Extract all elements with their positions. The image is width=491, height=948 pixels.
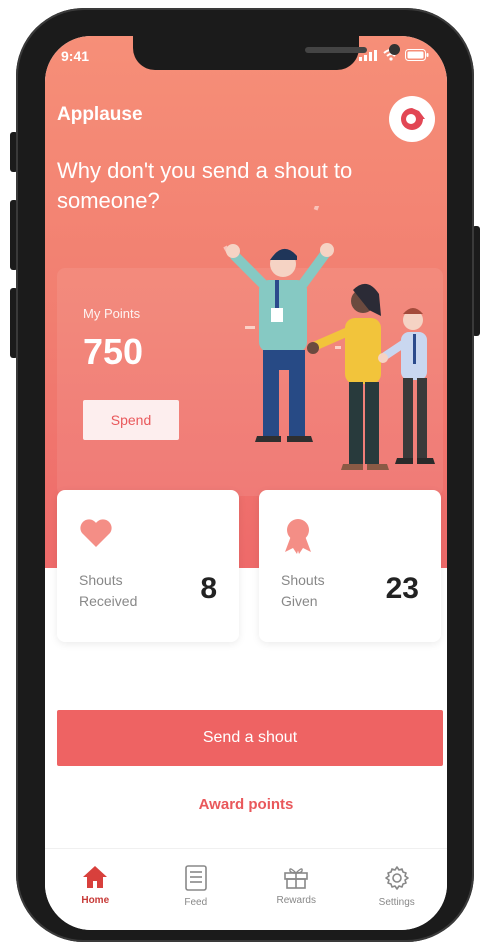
tab-home-label: Home bbox=[81, 895, 110, 906]
award-ribbon-icon bbox=[285, 519, 311, 554]
send-shout-button[interactable]: Send a shout bbox=[57, 710, 443, 766]
tab-feed[interactable]: Feed bbox=[146, 849, 247, 930]
tab-feed-label: Feed bbox=[184, 897, 208, 908]
celebration-illustration bbox=[223, 206, 435, 470]
gear-icon bbox=[384, 866, 409, 890]
shouts-received-count: 8 bbox=[200, 572, 217, 605]
tab-rewards-label: Rewards bbox=[276, 895, 316, 906]
tab-settings-label: Settings bbox=[378, 897, 415, 908]
spend-button[interactable]: Spend bbox=[83, 400, 179, 440]
battery-icon bbox=[405, 49, 429, 61]
heart-icon bbox=[80, 519, 112, 547]
phone-notch bbox=[133, 36, 400, 70]
shouts-given-card[interactable]: Shouts Given 23 bbox=[259, 490, 441, 642]
feed-icon bbox=[184, 865, 207, 891]
front-camera bbox=[389, 44, 400, 55]
shouts-received-card[interactable]: Shouts Received 8 bbox=[57, 490, 239, 642]
gift-icon bbox=[284, 868, 309, 889]
tab-rewards[interactable]: Rewards bbox=[246, 849, 347, 930]
applause-logo-icon bbox=[401, 108, 425, 130]
app-title: Applause bbox=[57, 104, 143, 125]
tab-home[interactable]: Home bbox=[45, 849, 146, 930]
shouts-given-label: Shouts Given bbox=[281, 572, 325, 609]
home-icon bbox=[83, 866, 108, 888]
applause-logo-button[interactable] bbox=[389, 96, 435, 142]
shouts-given-count: 23 bbox=[385, 572, 419, 605]
status-time: 9:41 bbox=[61, 48, 90, 64]
app-screen: 9:41 Applause Why don't you send a shout… bbox=[45, 36, 447, 930]
speaker-grille bbox=[305, 47, 367, 53]
points-label: My Points bbox=[83, 306, 141, 321]
award-points-link[interactable]: Award points bbox=[45, 796, 447, 813]
bottom-tab-bar: Home Feed Rewards Settings bbox=[45, 848, 447, 930]
tab-settings[interactable]: Settings bbox=[347, 849, 448, 930]
shouts-received-label: Shouts Received bbox=[79, 572, 138, 609]
points-value: 750 bbox=[83, 331, 144, 372]
